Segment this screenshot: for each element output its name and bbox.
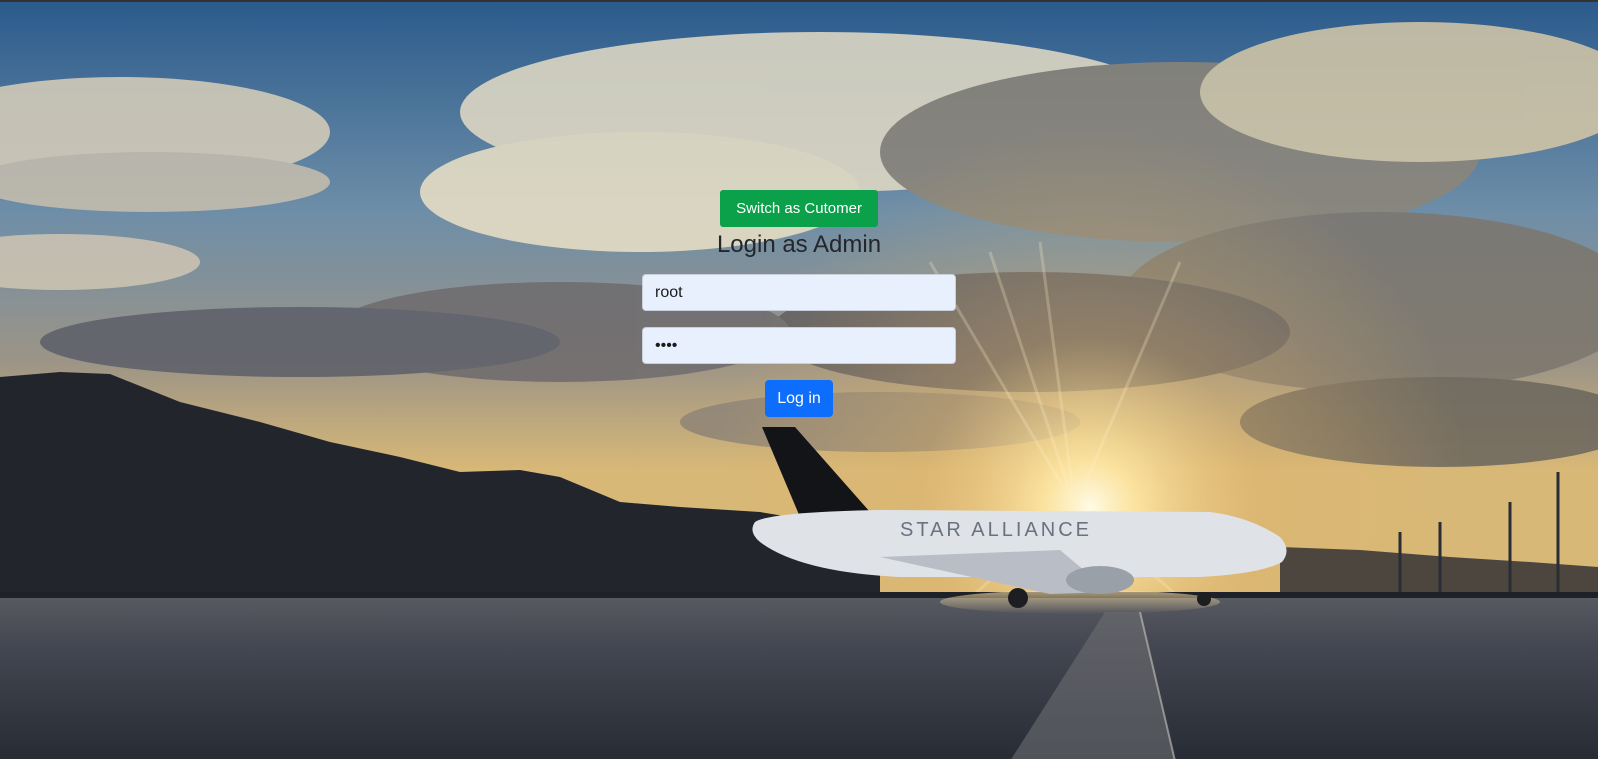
login-button[interactable]: Log in <box>765 380 833 417</box>
login-page: STAR ALLIANCE Switch as Cutomer Login as… <box>0 0 1598 759</box>
password-input[interactable] <box>642 327 956 364</box>
username-input[interactable] <box>642 274 956 311</box>
switch-to-customer-button[interactable]: Switch as Cutomer <box>720 190 878 227</box>
svg-text:STAR ALLIANCE: STAR ALLIANCE <box>900 519 1092 541</box>
admin-login-form: Switch as Cutomer Login as Admin Log in <box>0 190 1598 417</box>
page-title: Login as Admin <box>716 231 882 258</box>
